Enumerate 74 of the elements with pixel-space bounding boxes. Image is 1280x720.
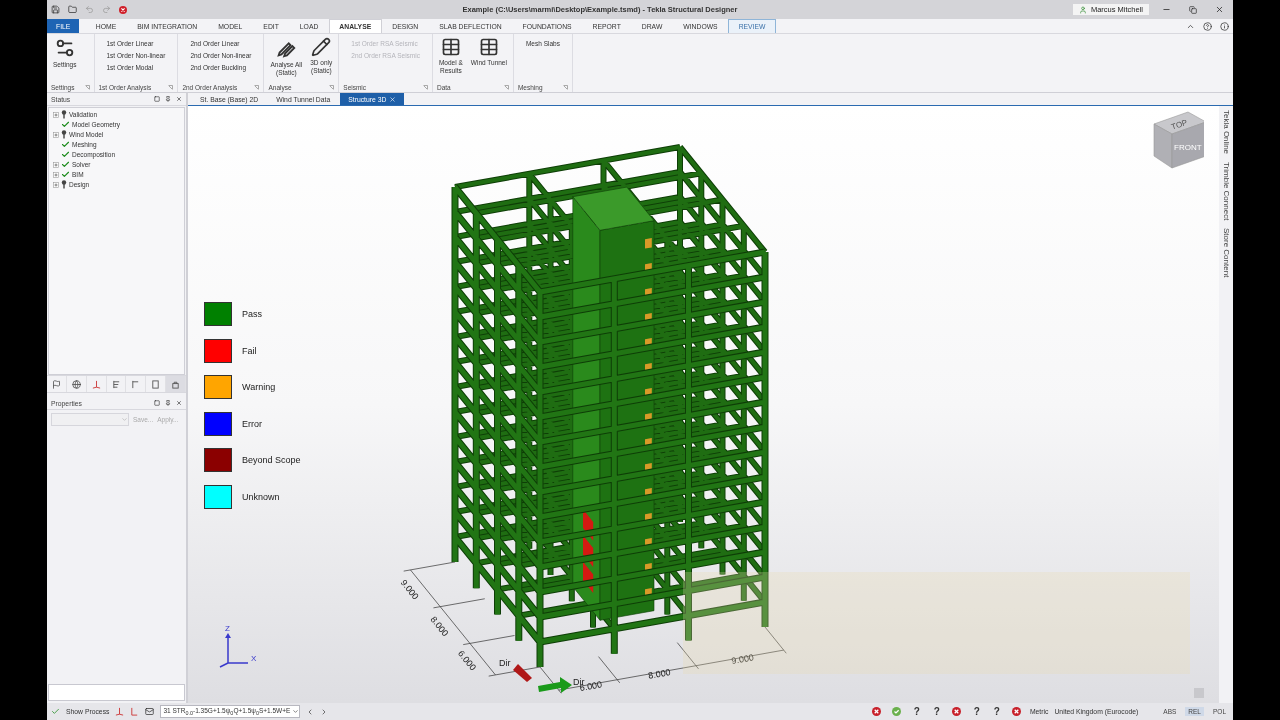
axis-triad-drawing (219, 633, 249, 668)
flag-icon (51, 379, 61, 389)
wind-arrow-icon (513, 664, 532, 682)
dialog-launcher-icon[interactable] (168, 84, 174, 90)
levels-icon (111, 379, 121, 389)
lock-icon (171, 379, 181, 389)
input-field[interactable] (48, 684, 185, 701)
dialog-launcher-icon[interactable] (422, 84, 428, 90)
dimension-label: 9.000 (730, 652, 755, 667)
cube-label: TOP (1170, 117, 1189, 132)
error-icon (949, 707, 964, 716)
question-mark: ? (972, 706, 981, 717)
legend-label: Pass (242, 309, 262, 319)
expand-icon[interactable] (53, 181, 59, 188)
question-mark: ? (992, 706, 1001, 717)
user-icon (1078, 5, 1087, 14)
legend-label: Error (242, 418, 262, 429)
dialog-launcher-icon[interactable] (329, 84, 335, 90)
axes-icon (91, 379, 101, 389)
save-icon[interactable] (51, 5, 60, 14)
float-icon[interactable] (154, 400, 160, 406)
lock-tool[interactable] (166, 376, 186, 392)
legend-label: Warning (242, 382, 276, 392)
frame-icon (131, 379, 141, 389)
help-icon[interactable] (1203, 21, 1212, 31)
check-icon (51, 707, 60, 716)
chevron-down-icon (292, 708, 300, 715)
pin-panel-icon[interactable] (165, 96, 171, 102)
error-icon (869, 707, 884, 716)
error-icon (1009, 707, 1024, 716)
side-tab[interactable]: Tekla Online (1221, 110, 1231, 155)
wind-arrow-icon (538, 677, 572, 693)
question-mark: ? (912, 706, 921, 717)
dialog-launcher-icon[interactable] (503, 84, 509, 90)
side-tab[interactable]: Trimble Connect (1221, 162, 1231, 221)
stop-icon[interactable] (119, 5, 127, 14)
mail-icon[interactable] (145, 707, 155, 716)
cube-label: FRONT (1174, 143, 1202, 152)
legend-label: Unknown (242, 491, 280, 502)
close-icon[interactable] (389, 95, 397, 103)
view-cube[interactable] (1153, 111, 1204, 169)
globe-icon (71, 379, 81, 389)
frame-icon[interactable] (130, 707, 140, 716)
dimension-label: 8.000 (647, 667, 672, 681)
axis-label: X (251, 654, 257, 663)
resize-grip-icon (1194, 688, 1204, 698)
frame-icon[interactable] (115, 707, 125, 716)
direction-label: Dir (499, 658, 511, 668)
close-icon (1215, 5, 1224, 14)
pin-panel-icon[interactable] (165, 400, 171, 406)
table-icon (440, 37, 461, 57)
legend-label: Fail (242, 345, 257, 356)
table-icon (478, 37, 499, 57)
pencil-icon (311, 37, 332, 57)
legend-label: Beyond Scope (242, 455, 301, 465)
folder-icon[interactable] (68, 5, 77, 14)
dialog-launcher-icon[interactable] (562, 84, 568, 90)
expand-icon[interactable] (53, 171, 59, 178)
side-tab[interactable]: Store Content (1221, 228, 1231, 278)
chevron-down-icon (121, 416, 128, 423)
expand-icon[interactable] (53, 131, 59, 138)
dialog-launcher-icon[interactable] (254, 84, 260, 90)
info-icon[interactable] (1220, 21, 1229, 31)
page-icon (151, 379, 161, 389)
close-icon[interactable] (176, 96, 182, 102)
restore-icon (1189, 5, 1197, 14)
expand-icon[interactable] (53, 161, 59, 168)
close-icon[interactable] (176, 400, 182, 406)
dialog-launcher-icon[interactable] (84, 84, 90, 90)
axis-label: Z (225, 624, 230, 633)
expand-icon[interactable] (53, 111, 59, 118)
question-mark: ? (932, 706, 941, 717)
ok-icon (889, 707, 904, 716)
float-icon[interactable] (154, 96, 160, 102)
